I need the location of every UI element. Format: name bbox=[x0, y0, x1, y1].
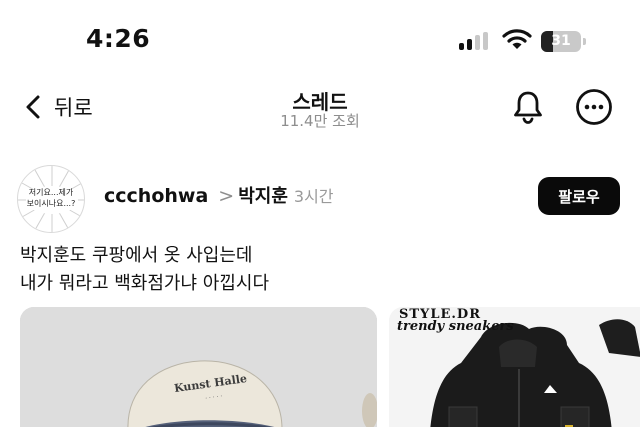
back-button[interactable]: 뒤로 bbox=[24, 92, 93, 122]
status-bar: 4:26 31 bbox=[0, 0, 640, 80]
more-options-icon[interactable] bbox=[575, 88, 613, 126]
username[interactable]: ccchohwa bbox=[104, 185, 208, 207]
status-time: 4:26 bbox=[86, 24, 151, 53]
post-image-photo[interactable]: Kunst Halle · · · · · bbox=[20, 307, 377, 427]
post-text-line: 내가 뭐라고 백화점가냐 아낍시다 bbox=[20, 273, 270, 294]
referenced-name[interactable]: 박지훈 bbox=[238, 182, 288, 208]
follow-button[interactable]: 팔로우 bbox=[538, 177, 620, 215]
post-text: 박지훈도 쿠팡에서 옷 사입는데 내가 뭐라고 백화점가냐 아낍시다 bbox=[20, 242, 269, 298]
photo-illustration: Kunst Halle · · · · · bbox=[20, 307, 377, 427]
cellular-signal-icon bbox=[459, 32, 491, 50]
view-count: 11.4만 조회 bbox=[280, 112, 360, 130]
post-time: 3시간 bbox=[293, 187, 334, 206]
thread-header: 뒤로 스레드 11.4만 조회 bbox=[0, 80, 640, 138]
post-meta: ccchohwa > 박지훈 3시간 bbox=[104, 182, 334, 208]
post-image-product[interactable]: STYLE.DR trendy sneakers bbox=[389, 307, 640, 427]
avatar[interactable]: 저기요...제가 보이시나요...? bbox=[17, 165, 85, 233]
bell-icon[interactable] bbox=[509, 88, 547, 126]
post-text-line: 박지훈도 쿠팡에서 옷 사입는데 bbox=[20, 245, 253, 266]
avatar-text: 저기요...제가 보이시나요...? bbox=[26, 188, 76, 208]
wifi-icon bbox=[502, 27, 532, 51]
battery-icon: 31 bbox=[541, 31, 587, 52]
back-label: 뒤로 bbox=[54, 96, 93, 120]
chevron-right-icon: > bbox=[218, 185, 235, 207]
battery-level: 31 bbox=[551, 33, 571, 49]
product-tagline: trendy sneakers bbox=[397, 319, 514, 334]
chevron-left-icon bbox=[24, 94, 42, 120]
